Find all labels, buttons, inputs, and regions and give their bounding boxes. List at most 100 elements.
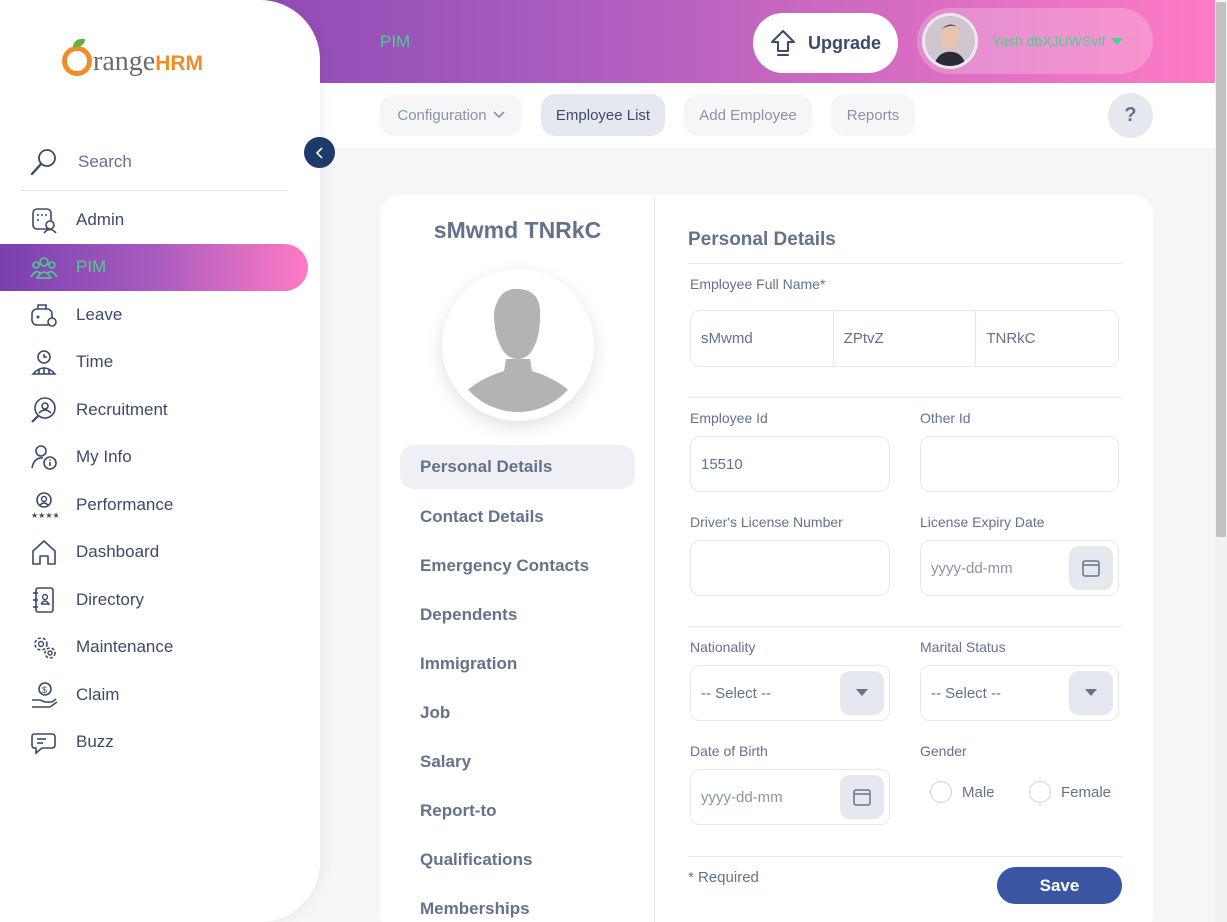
leave-icon xyxy=(28,299,60,331)
nationality-select[interactable]: -- Select -- xyxy=(690,665,890,721)
save-button[interactable]: Save xyxy=(997,867,1122,904)
dashboard-icon xyxy=(28,536,60,568)
help-button[interactable]: ? xyxy=(1108,93,1153,138)
tab-immigration[interactable]: Immigration xyxy=(400,639,635,688)
user-name: Yash dbXJUWSvlf xyxy=(992,33,1106,49)
employee-details-card: sMwmd TNRkC Personal Details Contact Det… xyxy=(380,195,1153,922)
other-id-field[interactable] xyxy=(920,436,1119,492)
sub-navigation: Configuration Employee List Add Employee… xyxy=(320,83,1215,148)
sidebar-menu: Admin PIM Leave Time Recruitment My Info… xyxy=(0,196,320,766)
other-id-label: Other Id xyxy=(920,410,971,426)
claim-icon: $ xyxy=(28,679,60,711)
license-expiry-label: License Expiry Date xyxy=(920,514,1045,530)
sidebar-item-admin[interactable]: Admin xyxy=(0,196,320,244)
license-number-field[interactable] xyxy=(690,540,890,596)
dob-label: Date of Birth xyxy=(690,743,768,759)
sidebar-collapse-button[interactable] xyxy=(304,137,335,168)
admin-icon xyxy=(28,204,60,236)
sidebar-search[interactable]: Search xyxy=(20,134,288,191)
divider xyxy=(688,397,1122,398)
tab-qualifications[interactable]: Qualifications xyxy=(400,835,635,884)
buzz-icon xyxy=(28,726,60,758)
divider xyxy=(688,263,1122,264)
sidebar-item-label: Performance xyxy=(76,494,174,514)
upgrade-arrow-icon xyxy=(770,30,795,56)
sidebar-item-performance[interactable]: ★★★★ Performance xyxy=(0,481,320,529)
sidebar-item-dashboard[interactable]: Dashboard xyxy=(0,529,320,577)
tab-personal-details[interactable]: Personal Details xyxy=(400,445,635,489)
sidebar-item-label: Leave xyxy=(76,304,123,324)
module-title: PIM xyxy=(380,32,411,51)
marital-status-select[interactable]: -- Select -- xyxy=(920,665,1119,721)
section-title: Personal Details xyxy=(688,229,836,250)
radio-button[interactable] xyxy=(1029,781,1051,803)
sidebar-item-directory[interactable]: Directory xyxy=(0,576,320,624)
license-expiry-placeholder: yyyy-dd-mm xyxy=(931,559,1013,577)
middle-name-field[interactable]: ZPtvZ xyxy=(834,311,977,366)
marital-status-value: -- Select -- xyxy=(931,684,1002,702)
gender-female-option[interactable]: Female xyxy=(1029,781,1111,803)
gender-male-option[interactable]: Male xyxy=(930,781,995,803)
performance-icon: ★★★★ xyxy=(28,489,60,521)
chevron-down-icon xyxy=(1111,37,1124,45)
calendar-icon[interactable] xyxy=(840,775,884,819)
tab-dependents[interactable]: Dependents xyxy=(400,590,635,639)
time-icon xyxy=(28,346,60,378)
radio-button[interactable] xyxy=(930,781,952,803)
caret-down-icon xyxy=(840,671,884,715)
sidebar-item-maintenance[interactable]: Maintenance xyxy=(0,624,320,672)
sidebar-item-pim[interactable]: PIM xyxy=(0,243,308,291)
employee-profile-column: sMwmd TNRkC Personal Details Contact Det… xyxy=(380,195,655,922)
nav-reports[interactable]: Reports xyxy=(831,94,915,136)
pim-icon xyxy=(28,251,60,283)
gender-male-label: Male xyxy=(962,783,995,801)
sidebar-item-buzz[interactable]: Buzz xyxy=(0,719,320,767)
chevron-down-icon xyxy=(493,111,505,119)
employee-id-field[interactable]: 15510 xyxy=(690,436,890,492)
sidebar-item-label: My Info xyxy=(76,447,132,467)
employee-photo[interactable] xyxy=(442,269,594,421)
tab-contact-details[interactable]: Contact Details xyxy=(400,492,635,541)
sidebar-item-label: Time xyxy=(76,352,114,372)
nav-configuration-label: Configuration xyxy=(397,106,487,124)
sidebar-item-label: Claim xyxy=(76,684,120,704)
logo-text: range xyxy=(93,46,156,77)
employee-id-label: Employee Id xyxy=(690,410,768,426)
nav-reports-label: Reports xyxy=(846,106,900,124)
tab-salary[interactable]: Salary xyxy=(400,737,635,786)
tab-report-to[interactable]: Report-to xyxy=(400,786,635,835)
sidebar-item-label: Maintenance xyxy=(76,637,174,657)
sidebar: range HRM Search Admin PIM Leave Time Re… xyxy=(0,0,320,922)
tab-memberships[interactable]: Memberships xyxy=(400,884,635,922)
user-dropdown[interactable]: Yash dbXJUWSvlf xyxy=(917,8,1153,74)
tab-emergency-contacts[interactable]: Emergency Contacts xyxy=(400,541,635,590)
svg-text:★★★★: ★★★★ xyxy=(31,511,58,519)
sidebar-item-claim[interactable]: $ Claim xyxy=(0,671,320,719)
nav-add-employee[interactable]: Add Employee xyxy=(684,94,812,136)
sidebar-item-recruitment[interactable]: Recruitment xyxy=(0,386,320,434)
upgrade-button[interactable]: Upgrade xyxy=(753,13,898,73)
sidebar-item-my-info[interactable]: My Info xyxy=(0,434,320,482)
license-expiry-field[interactable]: yyyy-dd-mm xyxy=(920,540,1119,596)
tab-job[interactable]: Job xyxy=(400,688,635,737)
nav-employee-list[interactable]: Employee List xyxy=(541,94,665,136)
search-icon xyxy=(30,149,56,176)
user-photo xyxy=(925,16,975,66)
sidebar-item-leave[interactable]: Leave xyxy=(0,291,320,339)
scrollbar-thumb[interactable] xyxy=(1216,2,1226,537)
nav-configuration[interactable]: Configuration xyxy=(380,94,522,136)
upgrade-label: Upgrade xyxy=(807,32,881,53)
first-name-field[interactable]: sMwmd xyxy=(691,311,834,366)
sidebar-item-time[interactable]: Time xyxy=(0,339,320,387)
orangehrm-logo[interactable]: range HRM xyxy=(62,39,203,82)
nationality-value: -- Select -- xyxy=(701,684,772,702)
license-number-label: Driver's License Number xyxy=(690,514,843,530)
dob-placeholder: yyyy-dd-mm xyxy=(701,788,783,806)
sidebar-item-label: Dashboard xyxy=(76,542,160,562)
sidebar-item-label: Admin xyxy=(76,209,125,229)
sidebar-item-label: Buzz xyxy=(76,732,114,752)
dob-field[interactable]: yyyy-dd-mm xyxy=(690,769,890,825)
nav-add-employee-label: Add Employee xyxy=(699,106,797,124)
last-name-field[interactable]: TNRkC xyxy=(976,311,1118,366)
calendar-icon[interactable] xyxy=(1069,546,1113,590)
